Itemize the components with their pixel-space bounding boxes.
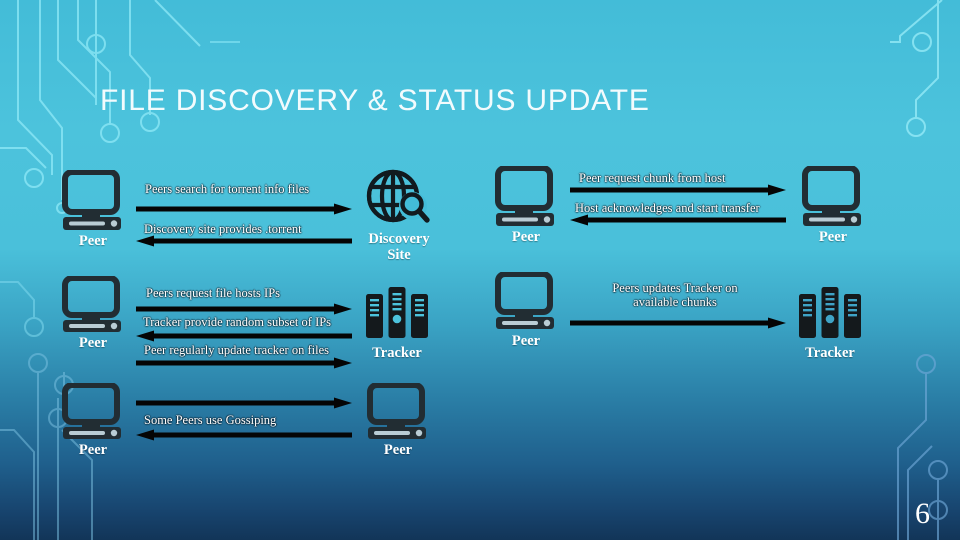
node-label: Tracker xyxy=(372,345,422,361)
node-label: Peer xyxy=(78,442,108,458)
arrow-peer-request-chunk xyxy=(570,184,786,196)
node-peer-row2-mid: Peer xyxy=(493,271,559,350)
node-peer-row1-right: Peer xyxy=(800,165,866,246)
arrow-tracker-provide-subset xyxy=(136,330,352,342)
arrow-label-tracker-provide-subset: Tracker provide random subset of IPs xyxy=(143,315,332,329)
node-label-line2: Site xyxy=(387,247,411,263)
node-peer-row1-mid: Peer xyxy=(493,165,559,246)
slide-canvas: FILE DISCOVERY & STATUS UPDATE Peer Disc… xyxy=(0,0,960,540)
arrow-label-line2: available chunks xyxy=(633,295,717,309)
arrow-label-line1: Peers updates Tracker on xyxy=(612,281,738,295)
arrow-label-peers-search-torrent: Peers search for torrent info files xyxy=(145,182,310,196)
server-rack-icon xyxy=(798,286,862,344)
node-discovery-site: Discovery Site xyxy=(365,168,433,263)
node-label: Peer xyxy=(511,229,541,245)
arrow-label-peer-update-tracker-files: Peer regularly update tracker on files xyxy=(144,343,329,357)
desktop-computer-icon xyxy=(60,169,126,232)
arrow-label-peer-request-chunk: Peer request chunk from host xyxy=(579,171,726,185)
arrow-gossiping-backward xyxy=(136,429,352,441)
node-peer-row3-mid: Peer xyxy=(365,382,431,459)
desktop-computer-icon xyxy=(800,165,866,228)
arrow-peers-request-hosts-ips xyxy=(136,303,352,315)
server-rack-icon xyxy=(365,286,429,344)
node-tracker-right: Tracker xyxy=(798,286,862,362)
node-peer-row3-left: Peer xyxy=(60,382,126,459)
arrow-label-peers-updates-tracker-chunks: Peers updates Tracker on available chunk… xyxy=(595,281,755,309)
node-label: Tracker xyxy=(805,345,855,361)
desktop-computer-icon xyxy=(60,382,126,441)
globe-search-icon xyxy=(365,168,433,230)
node-label: Discovery Site xyxy=(368,231,429,263)
arrow-peers-search-torrent xyxy=(136,203,352,215)
node-label: Peer xyxy=(78,233,108,249)
node-peer-row2-left: Peer xyxy=(60,275,126,352)
page-title: FILE DISCOVERY & STATUS UPDATE xyxy=(100,84,650,117)
node-label: Peer xyxy=(818,229,848,245)
page-number: 6 xyxy=(915,497,930,530)
arrow-label-discovery-provides-torrent: Discovery site provides .torrent xyxy=(144,222,302,236)
desktop-computer-icon xyxy=(60,275,126,334)
arrow-host-acknowledges xyxy=(570,214,786,226)
desktop-computer-icon xyxy=(493,271,559,332)
node-label: Peer xyxy=(511,333,541,349)
desktop-computer-icon xyxy=(493,165,559,228)
arrow-label-host-acknowledges: Host acknowledges and start transfer xyxy=(575,201,760,215)
arrow-discovery-provides-torrent xyxy=(136,235,352,247)
arrow-label-gossiping: Some Peers use Gossiping xyxy=(144,413,277,427)
node-label-line1: Discovery xyxy=(368,231,430,247)
desktop-computer-icon xyxy=(365,382,431,441)
node-peer-row1-left: Peer xyxy=(60,169,126,250)
node-label: Peer xyxy=(383,442,413,458)
node-label: Peer xyxy=(78,335,108,351)
arrow-gossiping-forward xyxy=(136,397,352,409)
arrow-label-peers-request-hosts-ips: Peers request file hosts IPs xyxy=(146,286,281,300)
arrow-peers-updates-tracker-chunks xyxy=(570,317,786,329)
circuit-decoration-right xyxy=(890,0,948,540)
circuit-decoration-left xyxy=(0,0,240,540)
node-tracker-left: Tracker xyxy=(365,286,429,362)
arrow-peer-update-tracker-files xyxy=(136,357,352,369)
